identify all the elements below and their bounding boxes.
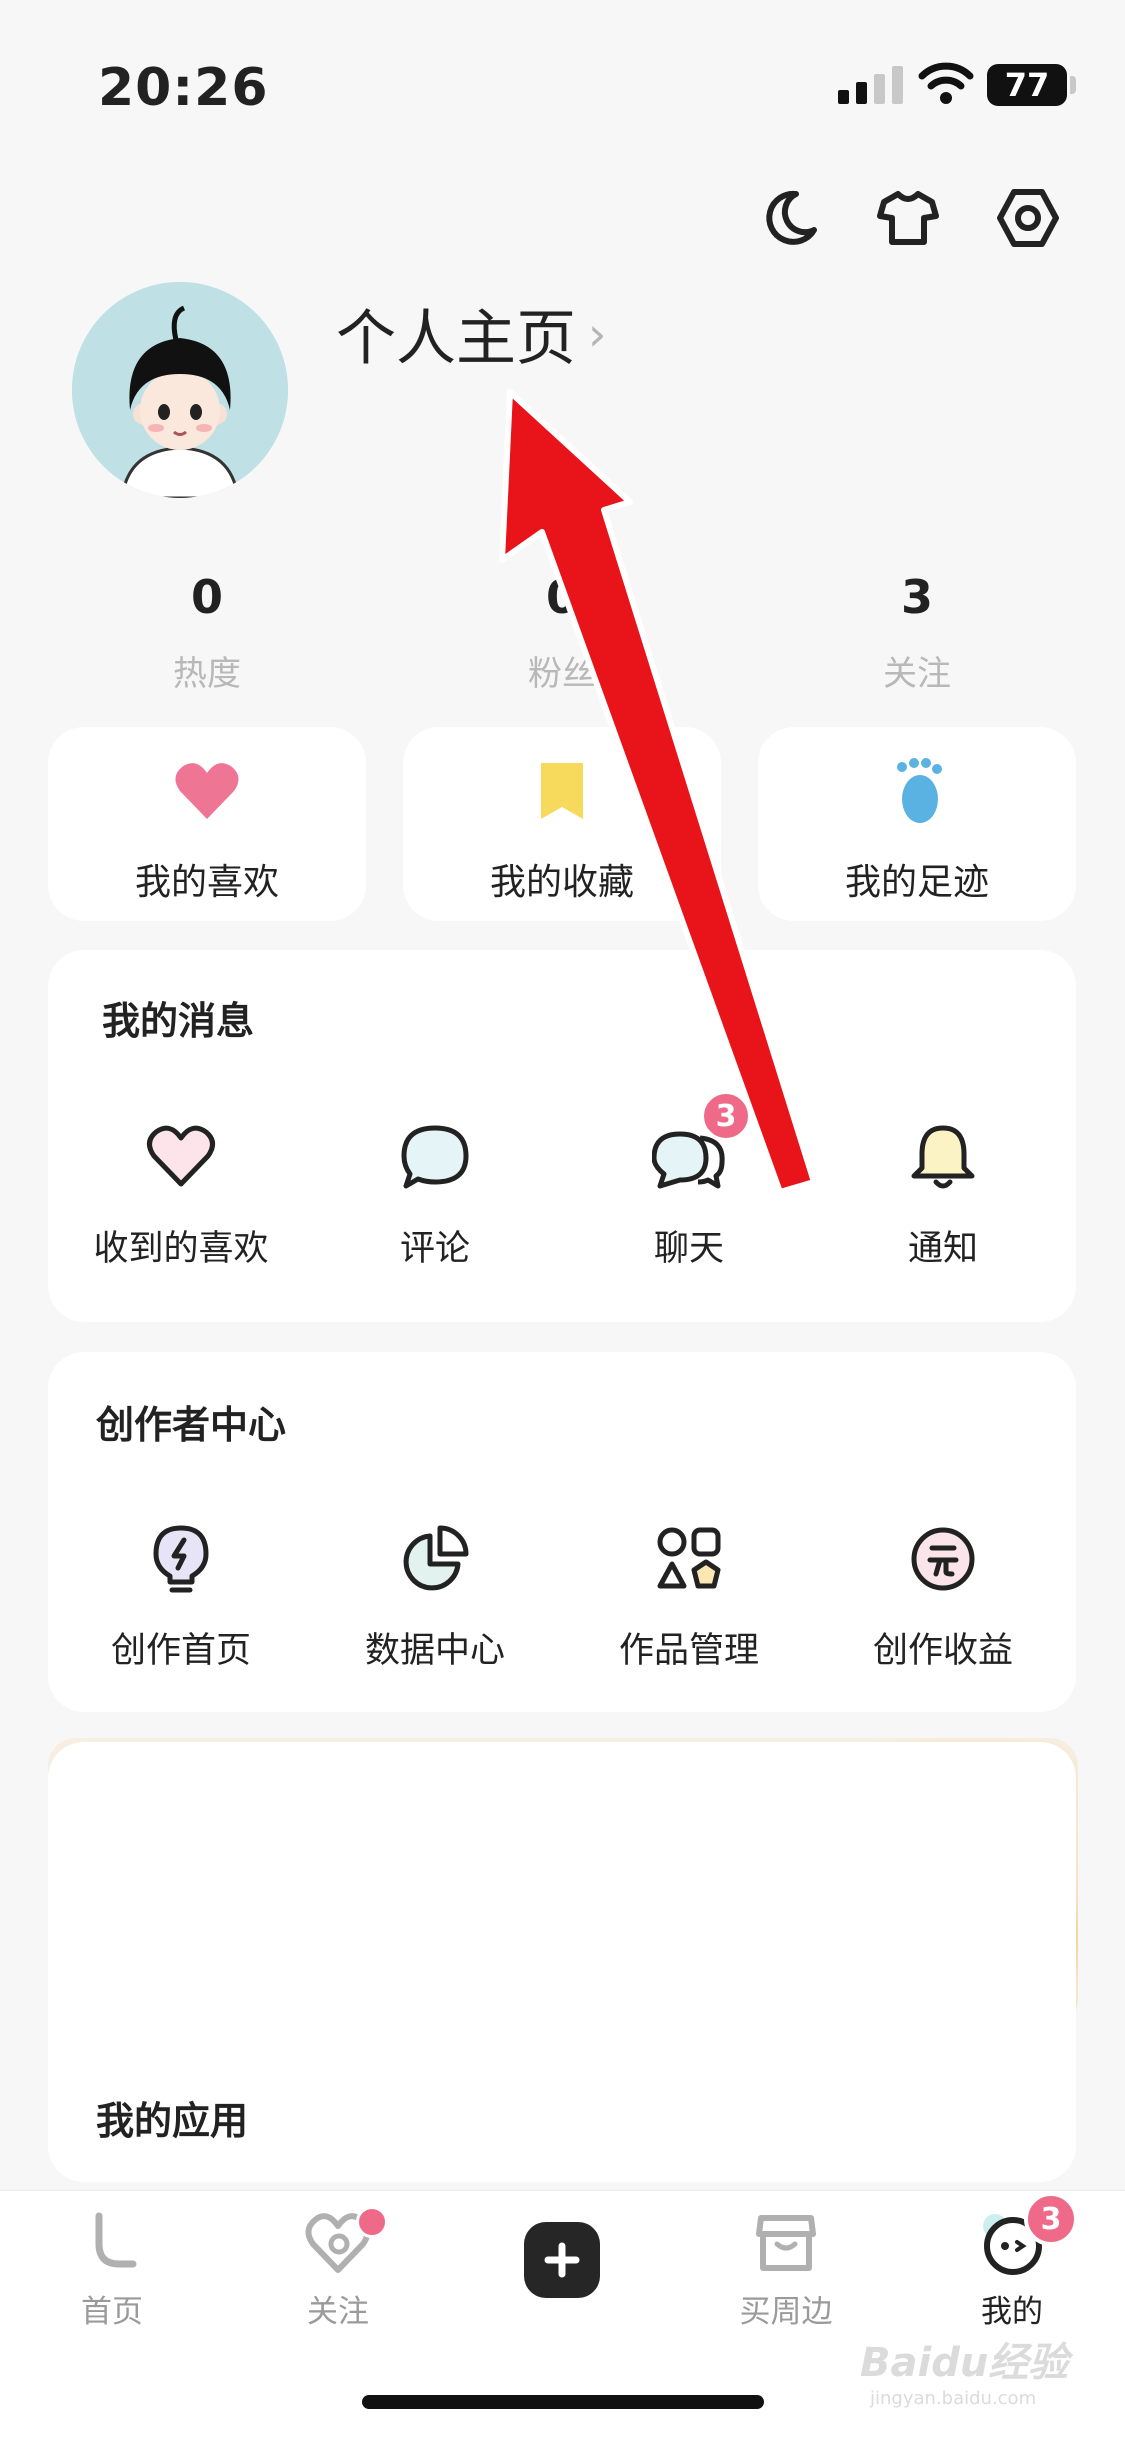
bell-icon [911, 1125, 975, 1189]
nav-label: 首页 [81, 2294, 143, 2330]
item-label: 作品管理 [618, 1631, 759, 1671]
item-label: 评论 [399, 1229, 470, 1269]
battery-indicator: 77 [987, 64, 1067, 106]
profile-homepage-link[interactable]: 个人主页 › [336, 290, 606, 377]
notifications-item[interactable]: 通知 [816, 1120, 1070, 1271]
home-icon [95, 2212, 137, 2268]
plus-icon [544, 2242, 580, 2278]
watermark-sub: jingyan.baidu.com [870, 2388, 1037, 2409]
stat-value: 0 [190, 570, 223, 624]
my-likes-card[interactable]: 我的喜欢 [48, 727, 366, 921]
cellular-signal-icon [838, 66, 903, 104]
lightbulb-icon [153, 1525, 209, 1593]
home-indicator[interactable] [362, 2395, 764, 2409]
shop-icon [756, 2215, 816, 2271]
item-label: 通知 [907, 1229, 978, 1269]
card-label: 我的喜欢 [134, 862, 279, 903]
stat-heat[interactable]: 0 热度 [57, 570, 357, 695]
item-label: 聊天 [653, 1229, 724, 1269]
moon-icon[interactable] [758, 186, 822, 250]
nav-shop[interactable]: 买周边 [706, 2208, 866, 2331]
status-time: 20:26 [98, 58, 269, 118]
nav-follow[interactable]: 关注 [258, 2208, 418, 2331]
works-management-item[interactable]: 作品管理 [562, 1522, 816, 1673]
creator-earnings-item[interactable]: 创作收益 [816, 1522, 1070, 1673]
received-likes-item[interactable]: 收到的喜欢 [54, 1120, 308, 1271]
item-label: 创作首页 [110, 1631, 251, 1671]
footprint-icon [897, 758, 942, 823]
shapes-grid-icon [657, 1527, 721, 1589]
red-arrow-annotation [499, 389, 817, 1195]
heart-icon [175, 763, 239, 819]
yuan-coin-icon [911, 1527, 975, 1591]
item-label: 收到的喜欢 [93, 1229, 269, 1269]
nav-label: 买周边 [739, 2294, 833, 2330]
settings-hexagon-icon[interactable] [996, 186, 1060, 250]
me-unread-badge: 3 [1024, 2192, 1078, 2246]
chevron-right-icon: › [588, 306, 607, 361]
follow-dot-badge [356, 2206, 388, 2238]
item-label: 创作收益 [872, 1631, 1013, 1671]
creator-home-item[interactable]: 创作首页 [54, 1522, 308, 1673]
avatar-illustration [72, 282, 288, 498]
apps-title: 我的应用 [96, 2099, 249, 2143]
profile-title: 个人主页 [336, 304, 576, 374]
data-center-item[interactable]: 数据中心 [308, 1522, 562, 1673]
item-label: 数据中心 [364, 1631, 505, 1671]
avatar[interactable] [72, 282, 288, 498]
nav-label: 关注 [307, 2294, 369, 2330]
baidu-watermark: Baidu经验 jingyan.baidu.com [860, 2330, 1068, 2409]
messages-title: 我的消息 [102, 999, 255, 1043]
comment-icon [401, 1125, 469, 1189]
wifi-icon [918, 62, 974, 104]
battery-tip [1070, 76, 1076, 94]
shirt-icon[interactable] [876, 186, 940, 250]
create-post-button[interactable] [524, 2222, 600, 2298]
nav-home[interactable]: 首页 [32, 2208, 192, 2331]
nav-label: 我的 [981, 2294, 1043, 2330]
pie-chart-icon [403, 1525, 469, 1591]
heart-outline-icon [147, 1125, 215, 1187]
creator-title: 创作者中心 [96, 1403, 287, 1447]
stat-label: 热度 [173, 654, 241, 694]
watermark-text: Baidu经验 [860, 2340, 1069, 2386]
